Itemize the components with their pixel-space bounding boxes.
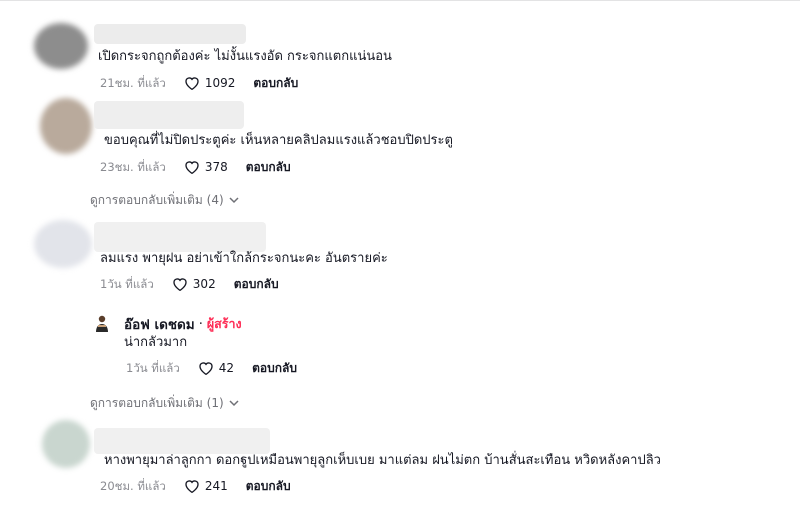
- like-count: 378: [204, 160, 228, 174]
- avatar[interactable]: [42, 420, 90, 468]
- reply-button[interactable]: ตอบกลับ: [234, 276, 279, 292]
- view-more-replies-label: ดูการตอบกลับเพิ่มเติม (4): [90, 193, 224, 207]
- heart-outline-icon: [199, 362, 213, 375]
- heart-outline-icon: [185, 77, 199, 90]
- like-count: 302: [192, 277, 216, 291]
- creator-avatar[interactable]: [92, 314, 114, 334]
- view-more-replies-label: ดูการตอบกลับเพิ่มเติม (1): [90, 396, 224, 410]
- comment-time: 20ชม. ที่แล้ว: [100, 479, 166, 493]
- username-blurred[interactable]: [94, 24, 246, 44]
- reply-button[interactable]: ตอบกลับ: [246, 159, 291, 175]
- comment-meta: 20ชม. ที่แล้ว 241 ตอบกลับ: [100, 478, 291, 494]
- comment-time: 23ชม. ที่แล้ว: [100, 160, 166, 174]
- chevron-down-icon: [229, 196, 239, 203]
- chevron-down-icon: [229, 399, 239, 406]
- heart-outline-icon: [185, 161, 199, 174]
- heart-outline-icon: [173, 278, 187, 291]
- heart-outline-icon: [185, 480, 199, 493]
- like-button[interactable]: 241: [184, 478, 228, 494]
- like-button[interactable]: 302: [172, 276, 216, 292]
- comment-text: เปิดกระจกถูกต้องค่ะ ไม่งั้นแรงอัด กระจกแ…: [98, 49, 392, 64]
- comment-meta: 23ชม. ที่แล้ว 378 ตอบกลับ: [100, 159, 291, 175]
- top-divider: [0, 0, 800, 1]
- username-blurred[interactable]: [94, 222, 266, 252]
- reply-text: น่ากลัวมาก: [124, 335, 188, 350]
- person-icon: [96, 315, 108, 332]
- reply-meta: 1วัน ที่แล้ว 42 ตอบกลับ: [126, 360, 297, 376]
- like-count: 42: [218, 361, 235, 375]
- comment-meta: 21ชม. ที่แล้ว 1092 ตอบกลับ: [100, 75, 298, 91]
- comment-time: 21ชม. ที่แล้ว: [100, 76, 166, 90]
- like-button[interactable]: 378: [184, 159, 228, 175]
- comment-text: ลมแรง พายุฝน อย่าเข้าใกล้กระจกนะคะ อันตร…: [100, 251, 388, 266]
- comment-text: หางพายุมาล่าลูกกา ดอกฐูปเหมือนพายุลูกเห็…: [104, 453, 661, 468]
- like-count: 1092: [204, 76, 236, 90]
- separator-dot: ·: [198, 316, 203, 332]
- creator-reply-header: อ๊อฟ เดชดม · ผู้สร้าง: [92, 313, 242, 335]
- reply-button[interactable]: ตอบกลับ: [253, 75, 298, 91]
- avatar[interactable]: [34, 23, 88, 69]
- avatar[interactable]: [34, 220, 92, 268]
- creator-name[interactable]: อ๊อฟ เดชดม: [124, 313, 195, 335]
- reply-button[interactable]: ตอบกลับ: [252, 360, 297, 376]
- comment-text: ขอบคุณที่ไม่ปิดประตูค่ะ เห็นหลายคลิปลมแร…: [104, 133, 453, 148]
- view-more-replies-button[interactable]: ดูการตอบกลับเพิ่มเติม (1): [90, 395, 239, 411]
- like-button[interactable]: 42: [198, 360, 234, 376]
- username-blurred[interactable]: [94, 101, 244, 129]
- reply-time: 1วัน ที่แล้ว: [126, 361, 180, 375]
- comment-meta: 1วัน ที่แล้ว 302 ตอบกลับ: [100, 276, 279, 292]
- like-button[interactable]: 1092: [184, 75, 236, 91]
- username-blurred[interactable]: [94, 428, 270, 454]
- comment-time: 1วัน ที่แล้ว: [100, 277, 154, 291]
- like-count: 241: [204, 479, 228, 493]
- view-more-replies-button[interactable]: ดูการตอบกลับเพิ่มเติม (4): [90, 192, 239, 208]
- avatar[interactable]: [40, 98, 92, 154]
- reply-button[interactable]: ตอบกลับ: [246, 478, 291, 494]
- creator-badge: ผู้สร้าง: [206, 316, 242, 331]
